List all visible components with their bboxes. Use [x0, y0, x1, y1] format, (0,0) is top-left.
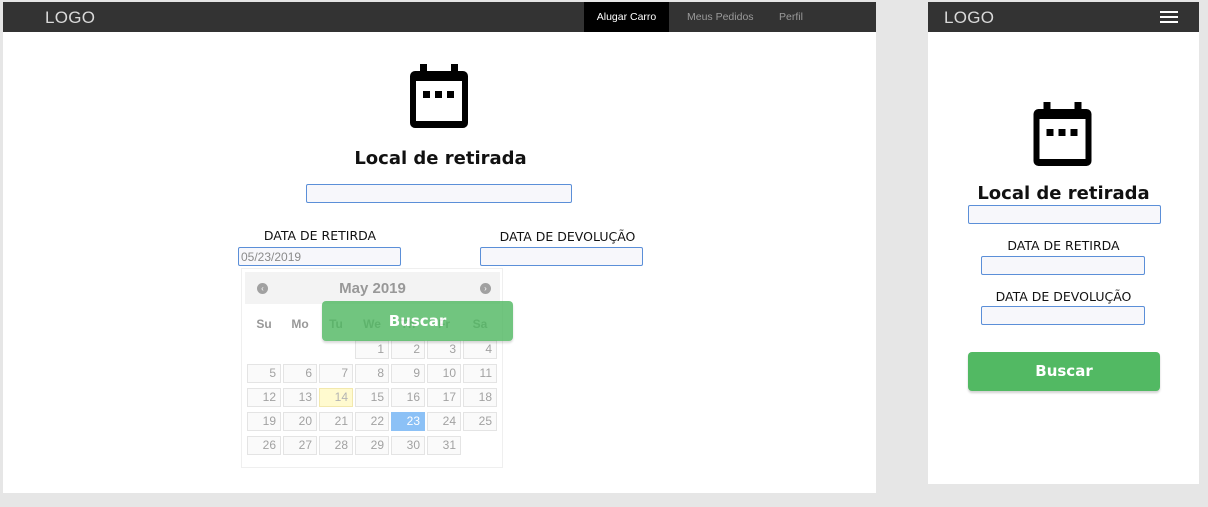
chevron-right-icon[interactable]: ›	[480, 283, 491, 294]
datepicker-header: ‹ May 2019 ›	[245, 272, 500, 304]
nav-item-perfil[interactable]: Perfil	[765, 2, 817, 32]
datepicker-day[interactable]: 24	[427, 412, 461, 431]
datepicker-weekday: Mo	[291, 317, 309, 331]
datepicker-day[interactable]: 13	[283, 388, 317, 407]
datepicker-day[interactable]: 31	[427, 436, 461, 455]
datepicker-day[interactable]: 7	[319, 364, 353, 383]
datepicker-day[interactable]: 5	[247, 364, 281, 383]
datepicker-day[interactable]: 4	[463, 340, 497, 359]
mobile-return-date-input[interactable]	[981, 306, 1145, 325]
datepicker-day[interactable]: 19	[247, 412, 281, 431]
datepicker-day[interactable]: 16	[391, 388, 425, 407]
mobile-top-navbar: LOGO	[928, 2, 1199, 32]
nav-item-meus-pedidos[interactable]: Meus Pedidos	[673, 2, 768, 32]
datepicker-day[interactable]: 14	[319, 388, 353, 407]
mobile-pickup-date-label: DATA DE RETIRDA	[1007, 238, 1120, 253]
datepicker-day[interactable]: 21	[319, 412, 353, 431]
datepicker: ‹ May 2019 › SuMoTuWeThFrSa 123456789101…	[241, 268, 503, 468]
return-date-input[interactable]	[480, 247, 643, 266]
datepicker-day[interactable]: 1	[355, 340, 389, 359]
page-title: Local de retirada	[354, 148, 527, 169]
return-date-label: DATA DE DEVOLUÇÃO	[499, 229, 636, 244]
nav-item-alugar-carro[interactable]: Alugar Carro	[584, 2, 669, 32]
pickup-date-input[interactable]: 05/23/2019	[238, 247, 401, 266]
mobile-logo[interactable]: LOGO	[944, 8, 994, 28]
datepicker-day[interactable]: 11	[463, 364, 497, 383]
datepicker-day[interactable]: 23	[391, 412, 425, 431]
datepicker-day[interactable]: 20	[283, 412, 317, 431]
datepicker-day[interactable]: 30	[391, 436, 425, 455]
hamburger-menu-icon[interactable]	[1160, 11, 1178, 24]
mobile-calendar-icon	[1033, 102, 1092, 166]
datepicker-day[interactable]: 29	[355, 436, 389, 455]
datepicker-day[interactable]: 10	[427, 364, 461, 383]
mobile-frame: LOGO Local de retirada DATA DE RETIRDA D…	[928, 2, 1199, 484]
datepicker-day[interactable]: 9	[391, 364, 425, 383]
datepicker-day[interactable]: 6	[283, 364, 317, 383]
datepicker-day[interactable]: 2	[391, 340, 425, 359]
pickup-location-input[interactable]	[306, 184, 572, 203]
calendar-icon	[410, 64, 468, 128]
search-button[interactable]: Buscar	[322, 301, 513, 341]
mobile-page-title: Local de retirada	[977, 183, 1150, 204]
mobile-pickup-location-input[interactable]	[968, 205, 1161, 224]
desktop-frame: LOGO Alugar Carro Meus Pedidos Perfil Lo…	[3, 2, 876, 493]
datepicker-day[interactable]: 3	[427, 340, 461, 359]
datepicker-day[interactable]: 25	[463, 412, 497, 431]
datepicker-month: May 2019	[339, 280, 406, 297]
datepicker-day[interactable]: 28	[319, 436, 353, 455]
mobile-search-button[interactable]: Buscar	[968, 352, 1160, 391]
datepicker-day[interactable]: 27	[283, 436, 317, 455]
pickup-date-label: DATA DE RETIRDA	[263, 228, 377, 243]
datepicker-day[interactable]: 22	[355, 412, 389, 431]
mobile-pickup-date-input[interactable]	[981, 256, 1145, 275]
datepicker-day[interactable]: 8	[355, 364, 389, 383]
mobile-return-date-label: DATA DE DEVOLUÇÃO	[995, 289, 1132, 304]
datepicker-day[interactable]: 18	[463, 388, 497, 407]
datepicker-weekday: Su	[256, 317, 272, 331]
logo[interactable]: LOGO	[45, 8, 95, 28]
datepicker-day[interactable]: 12	[247, 388, 281, 407]
datepicker-day[interactable]: 15	[355, 388, 389, 407]
datepicker-day[interactable]: 17	[427, 388, 461, 407]
top-navbar: LOGO Alugar Carro Meus Pedidos Perfil	[3, 2, 876, 32]
datepicker-day[interactable]: 26	[247, 436, 281, 455]
